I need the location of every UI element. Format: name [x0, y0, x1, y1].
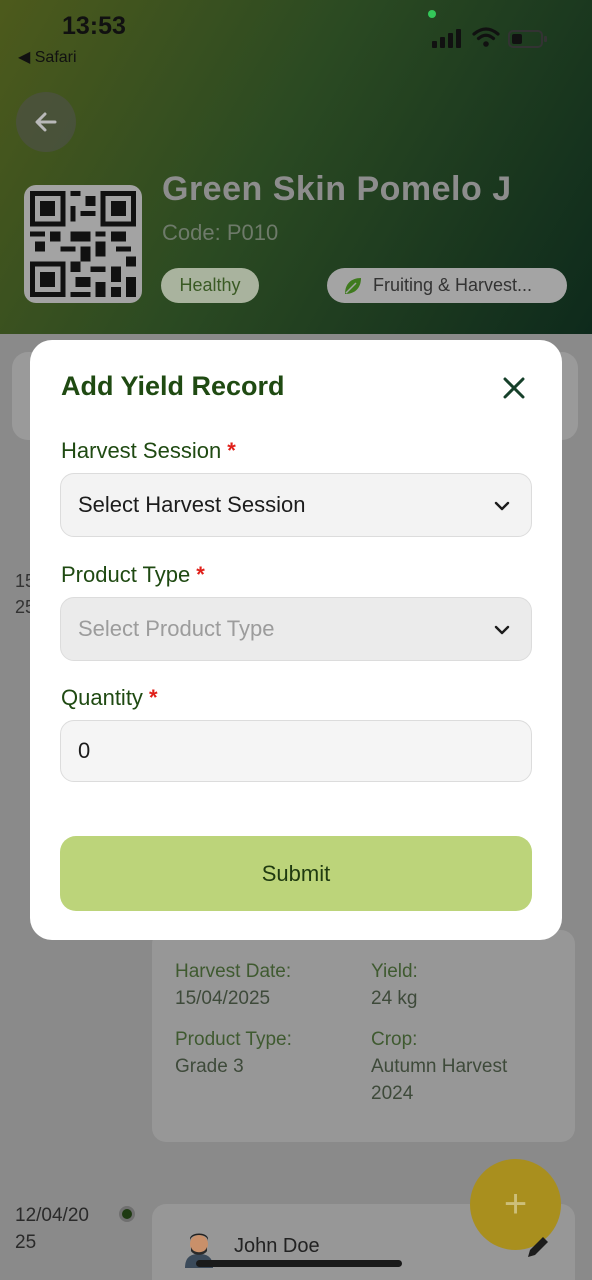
back-arrow-icon — [35, 112, 57, 132]
quantity-input[interactable] — [60, 720, 532, 782]
back-to-app-link[interactable]: ◀ Safari — [18, 47, 77, 67]
product-type-value: Grade 3 — [175, 1056, 244, 1077]
status-time: 13:53 — [62, 12, 126, 40]
leaf-icon — [345, 277, 361, 294]
battery-icon — [508, 30, 547, 48]
edit-pencil-icon[interactable] — [524, 1233, 552, 1261]
product-type-placeholder: Select Product Type — [78, 616, 275, 641]
plant-name: Green Skin Pomelo J — [162, 170, 512, 208]
back-button[interactable] — [16, 92, 76, 152]
yield-field: Yield: 24 kg — [371, 958, 418, 1012]
timeline-dot — [119, 1206, 135, 1222]
crop-value: Autumn Harvest 2024 — [371, 1056, 508, 1104]
growth-stage-badge[interactable]: Fruiting & Harvest... — [327, 268, 567, 303]
harvest-session-value: Select Harvest Session — [78, 492, 306, 517]
crop-label: Crop: — [371, 1029, 418, 1050]
home-indicator — [196, 1260, 402, 1267]
yield-label: Yield: — [371, 961, 418, 982]
quantity-label: Quantity * — [61, 685, 158, 711]
yield-value: 24 kg — [371, 988, 418, 1009]
required-marker: * — [196, 562, 205, 587]
health-status-badge: Healthy — [161, 268, 259, 303]
harvest-date-field: Harvest Date: 15/04/2025 — [175, 958, 291, 1012]
product-type-select[interactable]: Select Product Type — [60, 597, 532, 661]
plus-icon: + — [503, 1182, 528, 1226]
growth-stage-label: Fruiting & Harvest... — [373, 275, 533, 295]
timeline-date: 12/04/20 25 — [15, 1205, 89, 1253]
harvest-date-value: 15/04/2025 — [175, 988, 271, 1009]
plant-qr-code[interactable] — [24, 185, 142, 303]
privacy-indicator-dot — [428, 10, 436, 18]
submit-button[interactable]: Submit — [60, 836, 532, 911]
harvest-session-label-text: Harvest Session — [61, 438, 222, 463]
qr-code-icon — [30, 191, 136, 297]
modal-title: Add Yield Record — [61, 371, 285, 401]
harvest-session-select[interactable]: Select Harvest Session — [60, 473, 532, 537]
quantity-label-text: Quantity — [61, 685, 143, 710]
harvest-session-label: Harvest Session * — [61, 438, 236, 464]
chevron-down-icon — [494, 501, 510, 511]
harvest-date-label: Harvest Date: — [175, 961, 292, 982]
crop-field: Crop: Autumn Harvest 2024 — [371, 1026, 551, 1107]
required-marker: * — [148, 685, 158, 710]
chevron-down-icon — [494, 625, 510, 635]
product-type-label: Product Type * — [61, 562, 205, 588]
user-name: John Doe — [234, 1235, 320, 1257]
plant-code: Code: P010 — [162, 220, 279, 245]
cellular-signal-icon — [432, 29, 461, 48]
product-type-field: Product Type: Grade 3 — [175, 1026, 292, 1080]
add-yield-record-modal: Add Yield Record Harvest Session * Select… — [30, 340, 562, 940]
wifi-icon — [472, 27, 500, 47]
product-type-label: Product Type: — [175, 1029, 292, 1050]
close-icon[interactable] — [500, 374, 528, 402]
required-marker: * — [227, 438, 236, 463]
product-type-label-text: Product Type — [61, 562, 191, 587]
